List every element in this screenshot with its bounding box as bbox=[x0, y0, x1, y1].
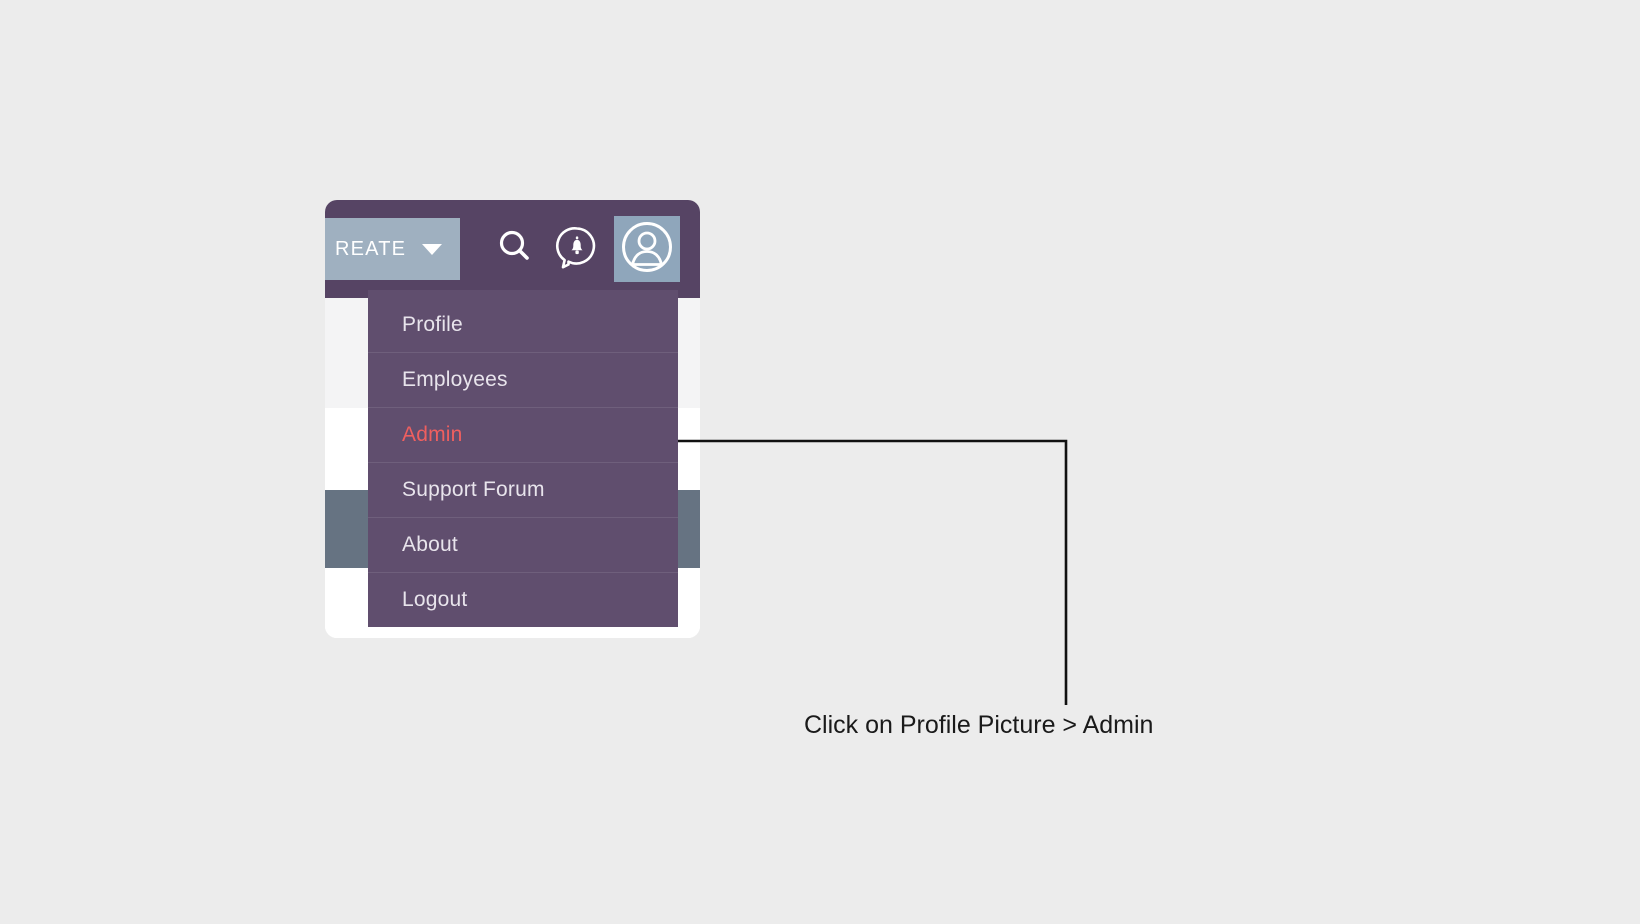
menu-item-label: About bbox=[402, 533, 458, 556]
menu-item-logout[interactable]: Logout bbox=[368, 573, 678, 627]
create-button[interactable]: REATE bbox=[325, 218, 461, 280]
menu-item-label: Profile bbox=[402, 313, 463, 336]
menu-item-label: Employees bbox=[402, 368, 508, 391]
menu-item-label: Support Forum bbox=[402, 478, 545, 501]
annotation-caption: Click on Profile Picture > Admin bbox=[804, 711, 1154, 739]
create-button-label: REATE bbox=[335, 237, 407, 260]
menu-item-profile[interactable]: Profile bbox=[368, 298, 678, 353]
profile-avatar-icon bbox=[620, 220, 674, 279]
search-button[interactable] bbox=[486, 215, 544, 283]
search-icon bbox=[495, 227, 535, 272]
menu-item-label: Logout bbox=[402, 588, 468, 611]
menu-item-label: Admin bbox=[402, 423, 463, 446]
chevron-down-icon bbox=[422, 243, 443, 255]
notifications-button[interactable] bbox=[548, 215, 606, 283]
menu-item-about[interactable]: About bbox=[368, 518, 678, 573]
profile-dropdown-menu: Profile Employees Admin Support Forum Ab… bbox=[368, 290, 678, 627]
notifications-bell-icon bbox=[553, 223, 601, 276]
menu-item-support-forum[interactable]: Support Forum bbox=[368, 463, 678, 518]
profile-picture-button[interactable] bbox=[614, 216, 681, 282]
menu-item-employees[interactable]: Employees bbox=[368, 353, 678, 408]
menu-item-admin[interactable]: Admin bbox=[368, 408, 678, 463]
annotation-arrow bbox=[588, 429, 1068, 705]
top-navigation-bar: REATE bbox=[325, 200, 700, 298]
